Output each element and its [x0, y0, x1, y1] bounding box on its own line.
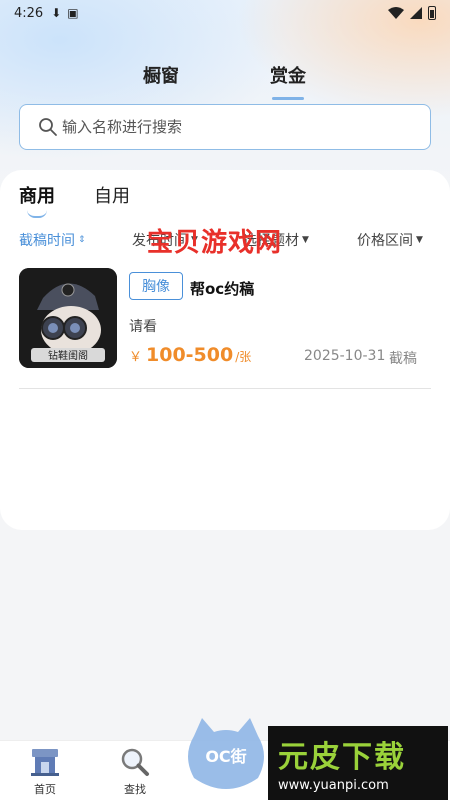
list-item[interactable]: 钻鞋闺阁 胸像 帮oc约稿 请看 ￥ 100-500 /张 2025-10-31… — [19, 268, 431, 388]
status-time: 4:26 — [14, 5, 44, 21]
wifi-icon — [388, 7, 404, 19]
caret-down-icon: ▼ — [191, 235, 198, 245]
signal-icon — [410, 7, 422, 19]
filter-theme-label: 选择题材 — [243, 233, 299, 249]
currency-symbol: ￥ — [129, 350, 143, 365]
search-icon — [39, 118, 57, 136]
usage-tabs: 商用 自用 — [0, 182, 450, 222]
price-unit: /张 — [235, 350, 252, 364]
filter-deadline-label: 截稿时间 — [19, 233, 75, 249]
sort-arrows-icon: ⇕ — [78, 235, 86, 245]
tab-personal[interactable]: 自用 — [94, 182, 130, 208]
category-badge: 胸像 — [129, 272, 183, 300]
deadline-date: 2025-10-31 — [304, 348, 386, 364]
download-site-watermark: 元皮下载 www.yuanpi.com — [268, 726, 448, 800]
status-bar: 4:26 ⬇ ▣ — [0, 0, 450, 26]
item-description: 请看 — [129, 319, 157, 335]
magnifier-icon — [121, 748, 149, 776]
active-subtab-indicator — [27, 210, 47, 218]
filter-price-range[interactable]: 价格区间 ▼ — [357, 230, 423, 250]
item-title: 帮oc约稿 — [190, 280, 255, 298]
filter-bar: 截稿时间 ⇕ 发布时间 ▼ 选择题材 ▼ 价格区间 ▼ — [0, 230, 450, 254]
item-price: ￥ 100-500 /张 — [129, 344, 251, 366]
search-input[interactable] — [62, 118, 392, 136]
filter-publish-time[interactable]: 发布时间 ▼ — [132, 230, 198, 250]
filter-publish-time-label: 发布时间 — [132, 233, 188, 249]
filter-deadline[interactable]: 截稿时间 ⇕ — [19, 230, 86, 250]
nav-search[interactable]: 查找 — [105, 747, 165, 797]
tab-bounty-label: 赏金 — [270, 66, 306, 87]
nav-home[interactable]: 首页 — [15, 747, 75, 797]
tab-showcase-label: 橱窗 — [143, 66, 179, 87]
tab-personal-label: 自用 — [94, 186, 130, 207]
item-thumbnail: 钻鞋闺阁 — [19, 268, 117, 368]
site-url: www.yuanpi.com — [278, 778, 389, 793]
battery-icon — [428, 6, 436, 20]
thumb-caption: 钻鞋闺阁 — [48, 349, 88, 362]
deadline-label: 截稿 — [389, 351, 417, 367]
caret-down-icon: ▼ — [302, 235, 309, 245]
filter-theme[interactable]: 选择题材 ▼ — [243, 230, 309, 250]
shop-icon — [31, 749, 59, 776]
download-icon: ⬇ — [51, 6, 62, 20]
top-tabs: 橱窗 赏金 — [0, 62, 450, 102]
nav-search-label: 查找 — [124, 783, 146, 796]
caret-down-icon: ▼ — [416, 235, 423, 245]
tab-commercial[interactable]: 商用 — [19, 182, 55, 218]
active-tab-indicator — [272, 97, 304, 100]
tab-showcase[interactable]: 橱窗 — [143, 62, 179, 88]
site-name: 元皮下载 — [278, 740, 406, 775]
app-notification-icon: ▣ — [67, 6, 79, 20]
item-divider — [19, 388, 431, 389]
filter-price-range-label: 价格区间 — [357, 233, 413, 249]
tab-bounty[interactable]: 赏金 — [270, 62, 306, 100]
search-bar[interactable] — [19, 104, 431, 150]
price-range: 100-500 — [146, 344, 234, 366]
nav-home-label: 首页 — [34, 783, 56, 796]
tab-commercial-label: 商用 — [19, 186, 55, 207]
